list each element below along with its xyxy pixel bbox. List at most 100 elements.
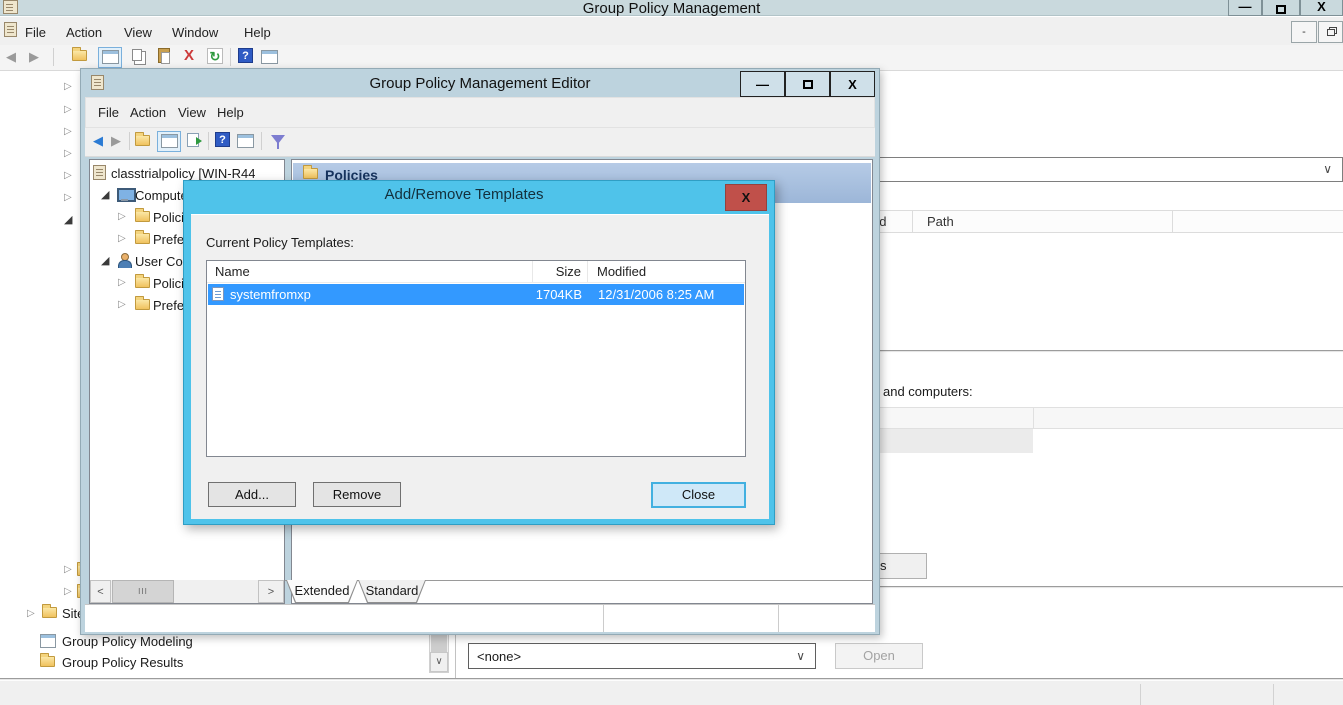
hscroll-right-button[interactable]: > xyxy=(258,580,284,603)
tree-expander[interactable]: ▷ xyxy=(64,586,72,598)
back-icon[interactable]: ◀ xyxy=(6,49,16,65)
tab-extended[interactable]: Extended xyxy=(286,580,358,603)
mdi-minimize-button[interactable]: - xyxy=(1291,21,1317,43)
column-path[interactable]: Path xyxy=(927,214,954,229)
tree-expander[interactable]: ▷ xyxy=(118,299,126,311)
vscroll-thumb[interactable] xyxy=(431,635,447,652)
editor-titlebar[interactable]: Group Policy Management Editor — X xyxy=(81,69,879,97)
chevron-left-icon: < xyxy=(97,586,103,598)
menu-window[interactable]: Window xyxy=(172,24,218,41)
editor-menu-help[interactable]: Help xyxy=(217,104,244,121)
close-icon: X xyxy=(848,77,857,92)
tree-expander[interactable]: ▷ xyxy=(118,233,126,245)
help-icon[interactable]: ? xyxy=(238,48,253,63)
minimize-button[interactable]: — xyxy=(1228,0,1262,16)
help-icon[interactable]: ? xyxy=(215,132,230,147)
new-window-icon[interactable] xyxy=(261,50,278,64)
wmi-filter-combobox[interactable]: <none> ∨ xyxy=(468,643,816,669)
tree-expander-expanded[interactable]: ◢ xyxy=(101,255,109,267)
tree-expander[interactable]: ▷ xyxy=(64,192,72,204)
tree-expander[interactable]: ▷ xyxy=(64,170,72,182)
status-divider xyxy=(1140,684,1141,705)
main-titlebar[interactable]: Group Policy Management — X xyxy=(0,0,1343,16)
paste-icon[interactable] xyxy=(158,48,170,63)
hscroll-thumb[interactable]: III xyxy=(112,580,174,603)
column-divider[interactable] xyxy=(587,261,588,282)
sidebar-item-gp-modeling[interactable]: Group Policy Modeling xyxy=(62,634,193,649)
tab-standard[interactable]: Standard xyxy=(358,580,426,603)
column-size[interactable]: Size xyxy=(537,264,581,279)
tree-expander[interactable]: ▷ xyxy=(64,126,72,138)
column-modified[interactable]: Modified xyxy=(597,264,646,279)
tree-expander-expanded[interactable]: ◢ xyxy=(101,189,109,201)
copy-icon[interactable] xyxy=(132,49,142,61)
menu-action[interactable]: Action xyxy=(66,24,102,41)
editor-menu-action[interactable]: Action xyxy=(130,104,166,121)
chevron-right-icon: > xyxy=(268,586,274,598)
back-icon[interactable]: ◀ xyxy=(93,133,103,149)
close-button[interactable]: X xyxy=(1300,0,1343,16)
remove-button[interactable]: Remove xyxy=(313,482,401,507)
menu-view[interactable]: View xyxy=(124,24,152,41)
hscroll-left-button[interactable]: < xyxy=(90,580,111,603)
menu-file[interactable]: File xyxy=(25,24,46,41)
tree-expander[interactable]: ▷ xyxy=(64,104,72,116)
tree-expander[interactable]: ▷ xyxy=(118,211,126,223)
editor-maximize-button[interactable] xyxy=(785,71,830,97)
sidebar-item-gp-results[interactable]: Group Policy Results xyxy=(62,655,183,670)
column-divider[interactable] xyxy=(1172,211,1173,232)
editor-close-button[interactable]: X xyxy=(830,71,875,97)
dialog-close-button[interactable]: X xyxy=(725,184,767,211)
tree-expander[interactable]: ▷ xyxy=(27,608,35,620)
column-divider[interactable] xyxy=(912,211,913,232)
column-divider[interactable] xyxy=(532,261,533,282)
editor-menu-view[interactable]: View xyxy=(178,104,206,121)
refresh-icon[interactable]: ↻ xyxy=(207,48,223,64)
folder-icon xyxy=(135,233,150,244)
add-remove-templates-dialog[interactable]: Add/Remove Templates X Current Policy Te… xyxy=(183,180,775,525)
computer-config-icon xyxy=(117,188,132,201)
add-button[interactable]: Add... xyxy=(208,482,296,507)
close-icon: X xyxy=(1317,0,1326,14)
forward-icon[interactable]: ▶ xyxy=(111,133,121,149)
column-name[interactable]: Name xyxy=(215,264,250,279)
mdi-restore-button[interactable] xyxy=(1318,21,1343,43)
editor-minimize-button[interactable]: — xyxy=(740,71,785,97)
sites-icon xyxy=(42,607,57,618)
editor-menu-file[interactable]: File xyxy=(98,104,119,121)
template-row-selected[interactable]: systemfromxp 1704KB 12/31/2006 8:25 AM xyxy=(208,284,744,305)
filter-icon[interactable] xyxy=(271,135,285,144)
new-window-icon[interactable] xyxy=(237,134,254,148)
delete-icon[interactable]: X xyxy=(184,48,194,64)
forward-icon[interactable]: ▶ xyxy=(29,49,39,65)
console-icon xyxy=(4,22,17,37)
show-tree-icon[interactable] xyxy=(72,50,87,61)
truncated-button[interactable]: s xyxy=(875,553,927,579)
console-window-icon[interactable] xyxy=(98,47,122,68)
folder-icon xyxy=(135,299,150,310)
editor-hscrollbar[interactable]: < III > xyxy=(90,580,284,603)
show-tree-icon[interactable] xyxy=(135,135,150,146)
close-button[interactable]: Close xyxy=(651,482,746,508)
menu-help[interactable]: Help xyxy=(244,24,271,41)
toolbar-separator xyxy=(261,132,262,150)
tree-expander-expanded[interactable]: ◢ xyxy=(64,214,72,226)
vscroll-down-button[interactable]: ∨ xyxy=(430,652,448,672)
table-row[interactable] xyxy=(865,429,1033,453)
export-list-icon[interactable] xyxy=(187,133,199,147)
console-window-icon[interactable] xyxy=(157,131,181,152)
status-divider xyxy=(778,605,779,632)
editor-tree-root[interactable]: classtrialpolicy [WIN-R44 xyxy=(111,166,255,181)
user-config-icon xyxy=(117,253,131,267)
status-divider xyxy=(603,605,604,632)
toolbar-separator xyxy=(129,132,130,150)
column-divider[interactable] xyxy=(1033,408,1034,428)
tree-expander[interactable]: ▷ xyxy=(64,148,72,160)
tree-expander[interactable]: ▷ xyxy=(64,81,72,93)
tree-expander[interactable]: ▷ xyxy=(64,564,72,576)
close-icon: X xyxy=(742,190,751,205)
tree-expander[interactable]: ▷ xyxy=(118,277,126,289)
maximize-button[interactable] xyxy=(1262,0,1300,16)
open-button[interactable]: Open xyxy=(835,643,923,669)
templates-list[interactable]: Name Size Modified systemfromxp 1704KB 1… xyxy=(206,260,746,457)
